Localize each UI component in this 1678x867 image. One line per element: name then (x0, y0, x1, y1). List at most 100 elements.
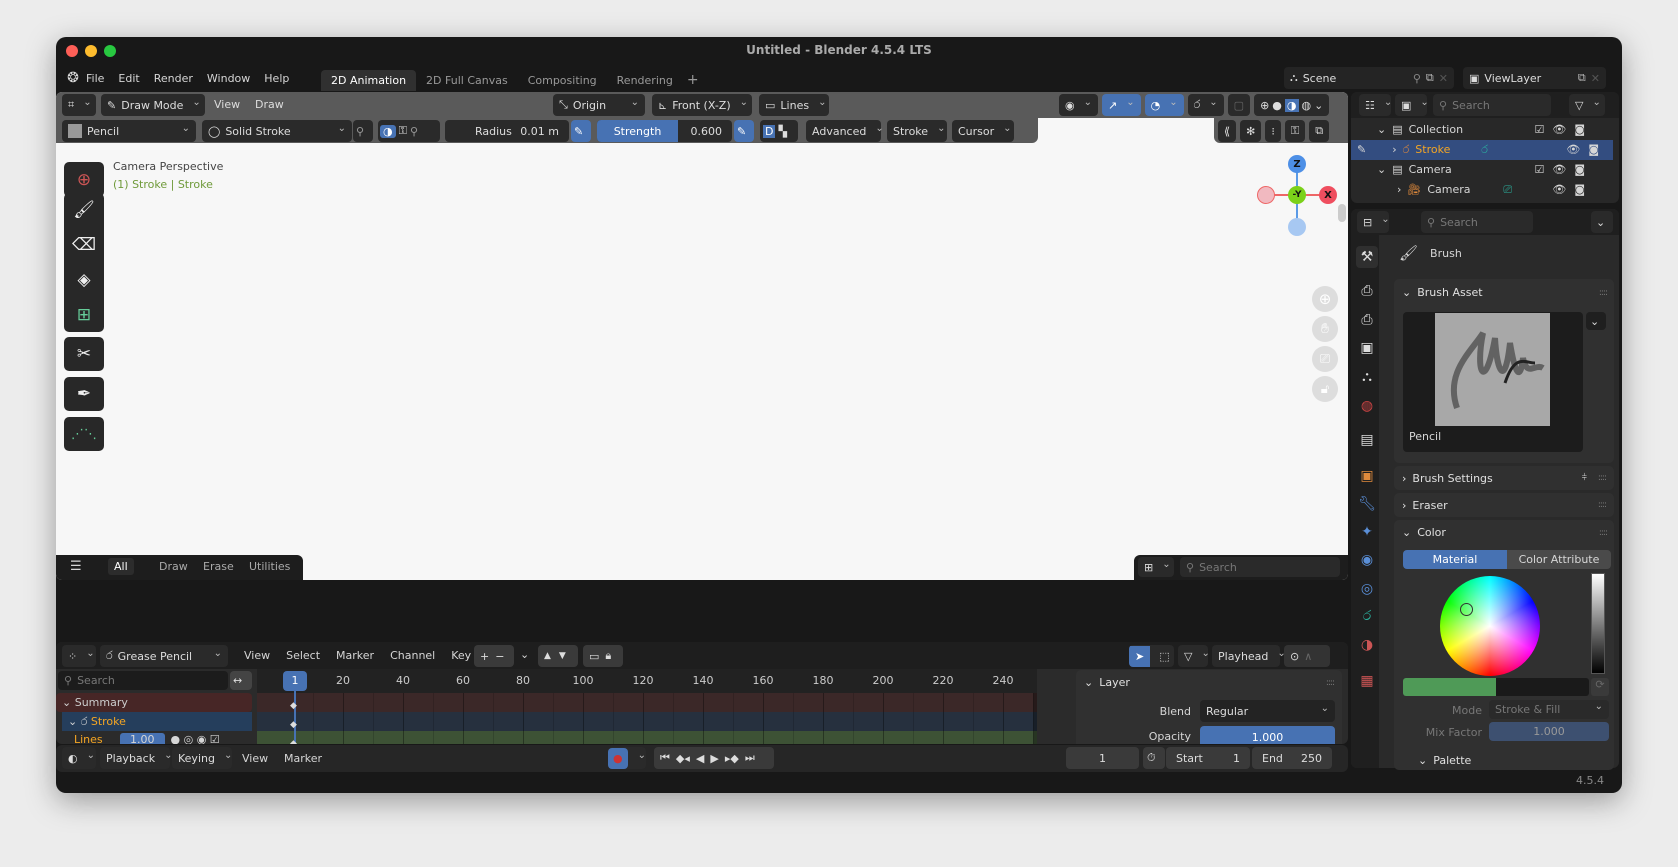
tab-material[interactable]: Material (1403, 550, 1507, 569)
opacity-slider[interactable]: 1.000 (1200, 726, 1335, 744)
lock-view-button[interactable]: 🔓︎ (1312, 376, 1338, 402)
menu-view[interactable]: View (244, 649, 270, 662)
proportional-icon[interactable]: ⊙ (1290, 650, 1299, 663)
jump-end-icon[interactable]: ⏭ (745, 751, 755, 765)
orientation-selector[interactable]: ⊾ Front (X-Z) (652, 94, 752, 116)
new-view-layer-icon[interactable]: ⧉ (1578, 71, 1586, 85)
layer-link-icon[interactable]: ⚿ (399, 124, 407, 138)
strength-slider[interactable]: Strength 0.600 (597, 120, 732, 142)
color-panel-header[interactable]: ⌄ Color:::: (1402, 526, 1608, 539)
channel-search-input[interactable]: ⚲ Search (58, 671, 228, 690)
snap-selector[interactable]: Playhead (1212, 645, 1280, 667)
material-pin-button[interactable]: ⚲ (353, 120, 373, 142)
secondary-color-swatch[interactable] (1496, 678, 1589, 696)
view-layer-icon[interactable]: ▣ (1356, 337, 1378, 359)
timeline-editor-type[interactable]: ◐ (62, 747, 96, 769)
cursor-dropdown[interactable]: Cursor (952, 120, 1014, 142)
tool-icon[interactable]: ⚒ (1356, 246, 1378, 268)
color-picker-handle[interactable] (1460, 603, 1473, 616)
monitor-icon[interactable]: ▭ (589, 650, 599, 663)
row-toggles[interactable]: ☑👁︎◙ (1535, 123, 1594, 137)
drag-handle-icon[interactable]: :::: (1326, 678, 1335, 688)
tool-cutter[interactable]: ✂ (64, 337, 104, 371)
mode-selector[interactable]: ✎ Draw Mode (101, 94, 205, 116)
menu-view[interactable]: View (242, 752, 268, 765)
camera-data-icon[interactable]: ⎚ (1503, 183, 1512, 197)
tab-compositing[interactable]: Compositing (518, 70, 607, 91)
tool-eyedropper[interactable]: ✒ (64, 377, 104, 411)
advanced-dropdown[interactable]: Advanced (806, 120, 881, 142)
row-toggles[interactable]: ☑👁︎◙ (1535, 163, 1594, 177)
brush-preview[interactable]: Pencil (1403, 312, 1583, 452)
proportional-button[interactable]: ⁝ (1265, 120, 1281, 142)
remove-layer-icon[interactable]: − (495, 650, 504, 663)
channel-stroke[interactable]: ⌄ ර Stroke (62, 712, 252, 731)
filter-button[interactable]: ▽ (1178, 645, 1208, 667)
brush-selector[interactable]: Pencil (62, 120, 196, 142)
object-icon[interactable]: ▣ (1356, 465, 1378, 487)
zoom-button[interactable]: ⊕ (1312, 286, 1338, 312)
hamburger-menu-icon[interactable]: ☰ (70, 559, 82, 574)
play-reverse-icon[interactable]: ◀ (696, 752, 704, 765)
tab-rendering[interactable]: Rendering (607, 70, 683, 91)
radius-field[interactable]: Radius 0.01 m (445, 120, 569, 142)
tool-cursor[interactable]: ⊕ (64, 162, 104, 197)
scene-icon[interactable]: ⛬ (1356, 366, 1378, 388)
row-toggles[interactable]: 👁︎◙ (1566, 143, 1607, 157)
outliner-row-camera-collection[interactable]: ⌄ ▤ Camera ☑👁︎◙ (1351, 160, 1619, 180)
visibility-button[interactable]: ◉ (1059, 94, 1098, 116)
falloff-icon[interactable]: ∧ (1304, 650, 1312, 663)
data-icon[interactable]: ර (1356, 605, 1378, 627)
menu-marker[interactable]: Marker (284, 752, 322, 765)
stroke-data-icon[interactable]: ර (1481, 143, 1488, 157)
shading-options-icon[interactable]: ⌄ (1314, 99, 1323, 112)
menu-select[interactable]: Select (286, 649, 320, 662)
delete-scene-icon[interactable]: ✕ (1439, 72, 1448, 85)
row-toggles[interactable]: 👁︎◙ (1552, 183, 1593, 197)
channel-lines[interactable]: Lines 1.00 ● ◎ ◉ ☑ (70, 731, 252, 744)
menu-render[interactable]: Render (154, 72, 193, 85)
gizmo-neg-x[interactable] (1257, 186, 1275, 204)
shelf-tab-utilities[interactable]: Utilities (249, 560, 290, 573)
menu-window[interactable]: Window (207, 72, 250, 85)
lock-icon[interactable]: 🔒︎ (605, 649, 611, 663)
brush-settings-panel[interactable]: › Brush Settings ⫩:::: (1394, 466, 1614, 490)
gizmo-toggle[interactable]: ↗ (1102, 94, 1141, 116)
color-wheel[interactable] (1440, 576, 1540, 676)
next-keyframe-icon[interactable]: ▸◆ (725, 752, 739, 765)
xray-toggle[interactable]: ▢ (1227, 94, 1251, 116)
tab-2d-animation[interactable]: 2D Animation (321, 69, 417, 91)
asset-search-input[interactable]: ⚲ Search (1180, 557, 1340, 577)
brush-asset-menu[interactable]: ⌄ (1586, 312, 1606, 330)
gizmo-neg-z[interactable] (1288, 218, 1306, 236)
auto-keying-toggle[interactable]: ● (608, 747, 646, 769)
dopesheet-editor-type[interactable]: ⁘ (62, 645, 96, 667)
pivot-selector[interactable]: ⤡ Origin (553, 94, 645, 116)
delete-view-layer-icon[interactable]: ✕ (1591, 72, 1600, 85)
properties-options[interactable]: ⌄ (1591, 211, 1613, 233)
snap-button[interactable]: ✻ (1240, 120, 1262, 142)
pin-icon[interactable]: ⚲ (410, 125, 418, 138)
overlay-toggle[interactable]: ◔ (1144, 94, 1184, 116)
viewport-scrollbar[interactable] (1338, 204, 1346, 222)
menu-edit[interactable]: Edit (118, 72, 139, 85)
pin-icon[interactable]: ⚲ (1413, 72, 1421, 85)
outliner-row-camera[interactable]: › 🎥︎ Camera ⎚ 👁︎◙ (1351, 180, 1619, 200)
texture-icon[interactable]: ▦ (1356, 670, 1378, 692)
current-frame-field[interactable]: 1 (1066, 747, 1139, 769)
mix-factor-slider[interactable]: 1.000 (1489, 722, 1609, 741)
layer-button[interactable]: ⧉ (1309, 120, 1330, 142)
tool-fill[interactable]: ◈ (64, 262, 104, 297)
render-icon[interactable]: ⎙ (1356, 280, 1378, 302)
menu-draw[interactable]: Draw (255, 98, 284, 111)
playback-menu[interactable]: Playback (100, 747, 170, 769)
solid-icon[interactable]: ● (1272, 99, 1282, 112)
box-select-icon[interactable]: ⬚ (1155, 650, 1173, 663)
gizmo-z[interactable]: Z (1288, 155, 1306, 173)
collection-icon[interactable]: ▤ (1356, 429, 1378, 451)
start-frame-field[interactable]: Start 1 (1166, 747, 1250, 769)
wireframe-icon[interactable]: ⊕ (1260, 99, 1269, 112)
tool-interpolate[interactable]: ⋰⋱ (64, 417, 104, 451)
modifier-icon[interactable]: 🔧︎ (1356, 493, 1378, 515)
prev-keyframe-icon[interactable]: ◆◂ (676, 752, 690, 765)
